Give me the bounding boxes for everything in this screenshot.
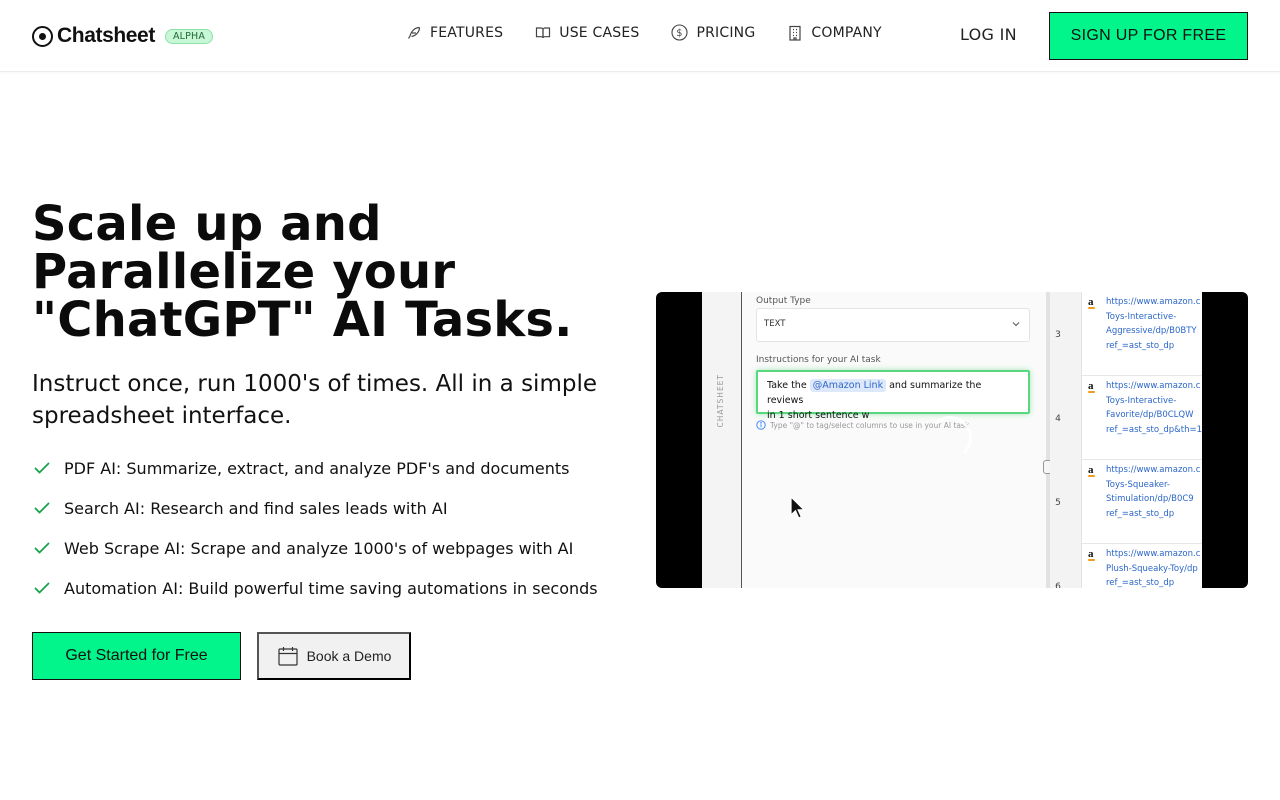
site-header: Chatsheet ALPHA FEATURES USE CASES $ PRI… [0, 0, 1280, 72]
amazon-url[interactable]: https://www.amazon.c Plush-Squeaky-Toy/d… [1106, 547, 1202, 588]
mouse-cursor-icon [790, 496, 806, 519]
column-tag[interactable]: @Amazon Link [809, 379, 887, 392]
nav-use-cases-label: USE CASES [559, 24, 640, 41]
sidebar-brand-label: CHATSHEET [716, 374, 725, 428]
table-row[interactable]: a https://www.amazon.c Toys-Squeaker- St… [1082, 460, 1202, 544]
amazon-smile-icon [1088, 475, 1095, 477]
book-open-icon [536, 26, 551, 38]
nav-company[interactable]: COMPANY [787, 24, 882, 41]
feature-item: Automation AI: Build powerful time savin… [32, 568, 642, 608]
alpha-badge: ALPHA [164, 28, 214, 44]
book-demo-button[interactable]: Book a Demo [257, 632, 411, 680]
feature-item: Search AI: Research and find sales leads… [32, 488, 642, 528]
row-number: 6 [1055, 582, 1061, 588]
instructions-label: Instructions for your AI task [756, 355, 881, 365]
calendar-icon [277, 647, 298, 666]
check-icon [34, 542, 50, 554]
signup-button[interactable]: SIGN UP FOR FREE [1049, 12, 1248, 60]
loading-spinner [928, 416, 972, 460]
hero-headline: Scale up and Parallelize your "ChatGPT" … [32, 196, 573, 348]
feather-icon [407, 26, 421, 39]
nav-use-cases[interactable]: USE CASES [535, 25, 639, 41]
table-row[interactable]: a https://www.amazon.c Toys-Interactive-… [1082, 376, 1202, 460]
table-row[interactable]: a https://www.amazon.c Toys-Interactive-… [1082, 292, 1202, 376]
get-started-button[interactable]: Get Started for Free [32, 632, 241, 680]
output-type-value: TEXT [764, 319, 786, 329]
output-type-label: Output Type [756, 296, 811, 306]
demo-screen: CHATSHEET Output Type TEXT Instructions … [702, 292, 1202, 588]
feature-list: PDF AI: Summarize, extract, and analyze … [32, 448, 642, 608]
instructions-input[interactable]: Take the @Amazon Link and summarize the … [756, 370, 1030, 421]
amazon-smile-icon [1088, 391, 1095, 393]
logo[interactable]: Chatsheet ALPHA [32, 24, 214, 48]
feature-item: PDF AI: Summarize, extract, and analyze … [32, 448, 642, 488]
nav-features-label: FEATURES [430, 24, 504, 41]
row-number: 3 [1055, 330, 1061, 340]
row-number: 5 [1055, 498, 1061, 508]
book-demo-label: Book a Demo [306, 648, 392, 664]
amazon-url[interactable]: https://www.amazon.c Toys-Interactive- F… [1106, 379, 1202, 437]
table-row[interactable]: a https://www.amazon.c Plush-Squeaky-Toy… [1082, 544, 1202, 588]
building-icon [789, 25, 801, 41]
nav-company-label: COMPANY [811, 24, 882, 41]
feature-text: Automation AI: Build powerful time savin… [64, 578, 598, 598]
main-nav: FEATURES USE CASES $ PRICING COMPANY [406, 24, 914, 41]
feature-item: Web Scrape AI: Scrape and analyze 1000's… [32, 528, 642, 568]
brand-name: Chatsheet [57, 24, 155, 47]
feature-text: Web Scrape AI: Scrape and analyze 1000's… [64, 538, 574, 558]
nav-features[interactable]: FEATURES [406, 25, 503, 41]
nav-pricing[interactable]: $ PRICING [671, 24, 755, 41]
product-demo-video[interactable]: CHATSHEET Output Type TEXT Instructions … [656, 292, 1248, 588]
dollar-circle-icon: $ [671, 24, 689, 41]
nav-pricing-label: PRICING [696, 24, 756, 41]
feature-text: Search AI: Research and find sales leads… [64, 498, 448, 518]
chevron-down-icon [1012, 322, 1020, 327]
output-type-select[interactable]: TEXT [756, 308, 1030, 342]
check-icon [34, 462, 50, 474]
amazon-smile-icon [1088, 307, 1095, 309]
amazon-smile-icon [1088, 559, 1095, 561]
info-icon [756, 420, 766, 430]
check-icon [34, 582, 50, 594]
instruction-text-start: Take the [767, 380, 807, 391]
amazon-url[interactable]: https://www.amazon.c Toys-Interactive- A… [1106, 295, 1202, 353]
ai-task-panel: Output Type TEXT Instructions for your A… [742, 292, 1046, 588]
chatsheet-logo-icon [32, 25, 53, 47]
check-icon [34, 502, 50, 514]
login-link[interactable]: LOG IN [960, 25, 1017, 44]
hero-subtitle: Instruct once, run 1000's of times. All … [32, 371, 597, 429]
app-sidebar: CHATSHEET [702, 292, 742, 588]
svg-text:$: $ [677, 28, 683, 39]
amazon-url[interactable]: https://www.amazon.c Toys-Squeaker- Stim… [1106, 463, 1202, 521]
row-number: 4 [1055, 414, 1061, 424]
feature-text: PDF AI: Summarize, extract, and analyze … [64, 458, 570, 478]
